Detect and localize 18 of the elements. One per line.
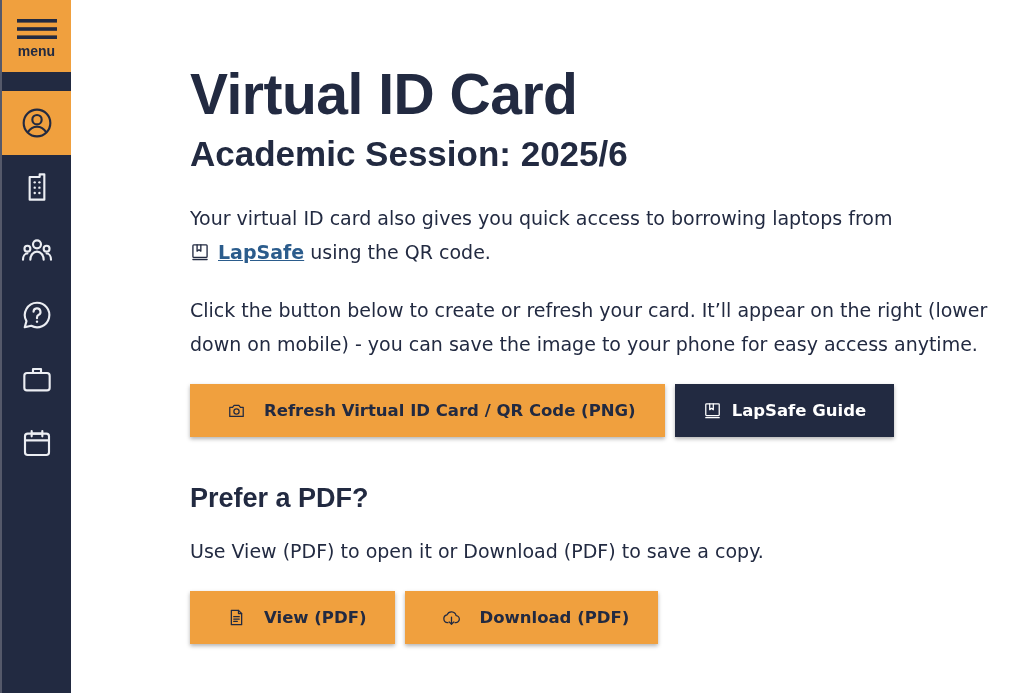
intro-text: Your virtual ID card also gives you quick access to borrowing laptops from LapSafe using the QR code. bbox=[190, 206, 894, 265]
session-heading: Academic Session: 2025/6 bbox=[190, 134, 629, 174]
pdf-text: Use View (PDF) to open it or Download (PDF) to save a copy. bbox=[190, 539, 765, 564]
book-icon bbox=[702, 401, 722, 420]
cloud-download-icon bbox=[442, 608, 462, 627]
page-title: Virtual ID Card bbox=[190, 64, 579, 124]
section-heading: Prefer a PDF? bbox=[190, 482, 370, 514]
menu-icon bbox=[16, 18, 57, 39]
action-button[interactable]: Download (PDF) bbox=[405, 591, 659, 644]
instructions-text: Click the button below to create or refresh your card. It’ll appear on the right (lower down on mobile) - you can save the image to your phone for easy access anytime. bbox=[190, 298, 989, 357]
menu-button[interactable]: menu bbox=[2, 0, 71, 72]
inline-link[interactable]: LapSafe bbox=[218, 241, 305, 263]
book-icon bbox=[190, 242, 210, 262]
action-button[interactable]: View (PDF) bbox=[190, 591, 396, 644]
nav-item[interactable] bbox=[2, 91, 71, 155]
action-button[interactable]: Refresh Virtual ID Card / QR Code (PNG) bbox=[190, 384, 665, 437]
action-button[interactable]: LapSafe Guide bbox=[674, 384, 895, 437]
user-icon bbox=[20, 107, 53, 139]
